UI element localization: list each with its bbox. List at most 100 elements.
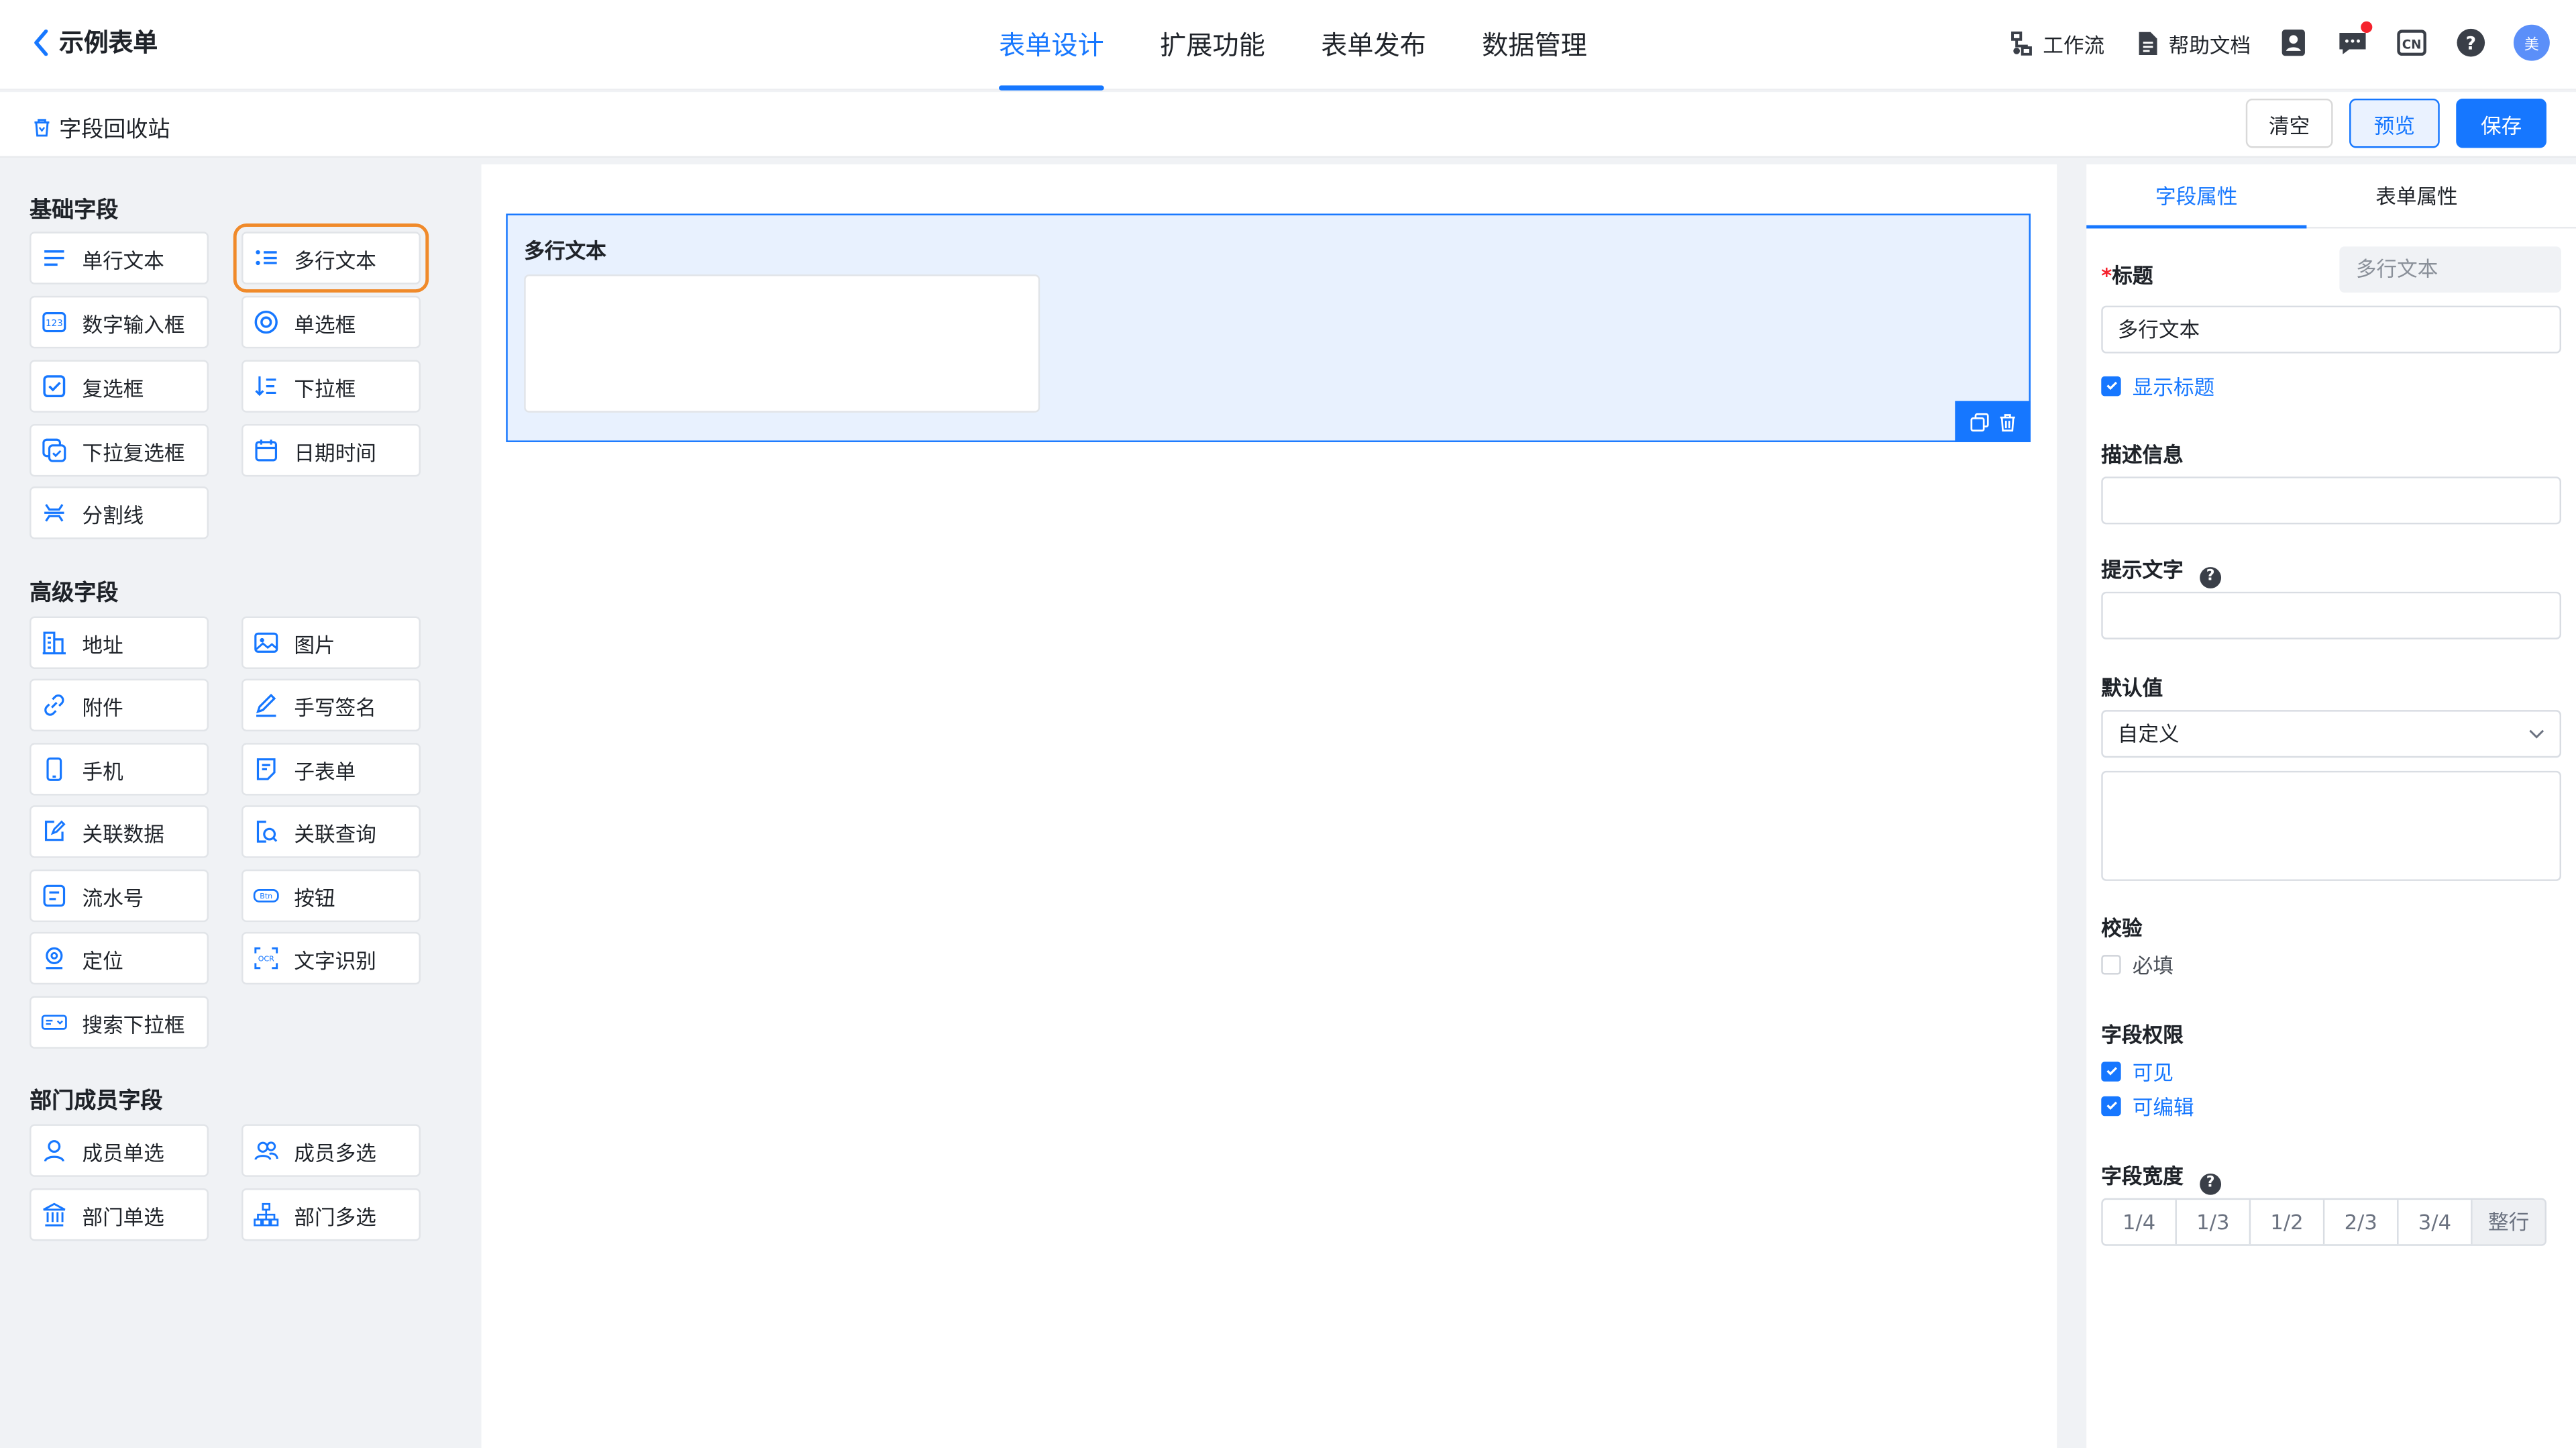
field-recycle-bin[interactable]: 字段回收站 bbox=[32, 110, 170, 143]
canvas-field-textarea bbox=[524, 274, 1040, 413]
document-icon bbox=[2139, 31, 2157, 54]
tab-form-design[interactable]: 表单设计 bbox=[998, 0, 1104, 91]
default-value-select[interactable]: 自定义 bbox=[2101, 710, 2561, 758]
building-icon bbox=[41, 629, 67, 656]
field-label: 下拉框 bbox=[294, 375, 356, 401]
field-image[interactable]: 图片 bbox=[241, 616, 421, 669]
phone-icon bbox=[41, 756, 67, 782]
location-icon bbox=[41, 945, 67, 971]
description-input[interactable] bbox=[2101, 476, 2561, 525]
field-divider[interactable]: 分割线 bbox=[30, 486, 209, 539]
field-checkbox[interactable]: 复选框 bbox=[30, 360, 209, 413]
placeholder-label: 提示文字? bbox=[2101, 552, 2222, 588]
field-radio[interactable]: 单选框 bbox=[241, 295, 421, 349]
required-checkbox[interactable]: 必填 bbox=[2101, 948, 2174, 980]
advanced-fields-title: 高级字段 bbox=[30, 580, 119, 607]
institution-icon bbox=[41, 1202, 67, 1228]
workflow-icon bbox=[2012, 30, 2033, 55]
basic-fields-title: 基础字段 bbox=[30, 197, 119, 224]
copy-icon[interactable] bbox=[1969, 412, 1988, 431]
field-search-dropdown[interactable]: 搜索下拉框 bbox=[30, 996, 209, 1049]
width-option-1-3[interactable]: 1/3 bbox=[2177, 1200, 2251, 1245]
field-department-multi[interactable]: 部门多选 bbox=[241, 1188, 421, 1241]
field-ocr[interactable]: OCR 文字识别 bbox=[241, 931, 421, 985]
form-actions: 清空 预览 保存 bbox=[2245, 98, 2546, 148]
field-attachment[interactable]: 附件 bbox=[30, 678, 209, 732]
link-icon bbox=[41, 692, 67, 718]
field-label: 文字识别 bbox=[294, 947, 376, 972]
width-option-1-2[interactable]: 1/2 bbox=[2251, 1200, 2325, 1245]
field-permission-label: 字段权限 bbox=[2101, 1022, 2184, 1047]
search-dropdown-icon bbox=[41, 1009, 67, 1035]
users-icon bbox=[253, 1137, 279, 1163]
visible-label: 可见 bbox=[2132, 1059, 2174, 1085]
field-address[interactable]: 地址 bbox=[30, 616, 209, 669]
field-related-query[interactable]: 关联查询 bbox=[241, 805, 421, 858]
default-value-textarea[interactable] bbox=[2101, 770, 2561, 881]
field-location[interactable]: 定位 bbox=[30, 931, 209, 985]
field-member-multi[interactable]: 成员多选 bbox=[241, 1124, 421, 1177]
field-signature[interactable]: 手写签名 bbox=[241, 678, 421, 732]
field-department-single[interactable]: 部门单选 bbox=[30, 1188, 209, 1241]
width-option-full[interactable]: 整行 bbox=[2472, 1200, 2545, 1245]
delete-icon[interactable] bbox=[1997, 412, 2017, 431]
user-avatar[interactable]: 美 bbox=[2513, 24, 2550, 61]
workflow-link[interactable]: 工作流 bbox=[2008, 27, 2104, 58]
editable-label: 可编辑 bbox=[2132, 1094, 2194, 1120]
show-title-checkbox[interactable]: 显示标题 bbox=[2101, 370, 2214, 401]
width-option-1-4[interactable]: 1/4 bbox=[2103, 1200, 2177, 1245]
field-dropdown-checkbox[interactable]: 下拉复选框 bbox=[30, 423, 209, 477]
field-member-single[interactable]: 成员单选 bbox=[30, 1124, 209, 1177]
clear-button[interactable]: 清空 bbox=[2245, 98, 2333, 148]
field-label: 手写签名 bbox=[294, 694, 376, 719]
visible-checkbox[interactable]: 可见 bbox=[2101, 1055, 2174, 1087]
field-dropdown[interactable]: 下拉框 bbox=[241, 360, 421, 413]
language-button[interactable]: CN bbox=[2396, 26, 2428, 59]
checkbox-checked-icon bbox=[2101, 1061, 2121, 1081]
field-related-data[interactable]: 关联数据 bbox=[30, 805, 209, 858]
back-button[interactable]: 示例表单 bbox=[33, 25, 158, 59]
chevron-left-icon bbox=[34, 28, 48, 56]
field-label: 流水号 bbox=[82, 885, 144, 910]
tab-publish[interactable]: 表单发布 bbox=[1321, 0, 1426, 91]
width-option-2-3[interactable]: 2/3 bbox=[2324, 1200, 2399, 1245]
field-datetime[interactable]: 日期时间 bbox=[241, 423, 421, 477]
pen-icon bbox=[253, 692, 279, 718]
calendar-icon bbox=[253, 437, 279, 464]
tab-form-properties[interactable]: 表单属性 bbox=[2306, 164, 2526, 229]
field-label: 数字输入框 bbox=[82, 311, 185, 336]
field-label: 成员单选 bbox=[82, 1139, 164, 1165]
form-title: 示例表单 bbox=[59, 28, 158, 58]
help-docs-label: 帮助文档 bbox=[2168, 32, 2251, 57]
field-multi-line-text[interactable]: 多行文本 bbox=[233, 223, 429, 293]
title-input[interactable]: 多行文本 bbox=[2101, 305, 2561, 354]
properties-tabs: 字段属性 表单属性 bbox=[2086, 164, 2576, 229]
width-option-3-4[interactable]: 3/4 bbox=[2399, 1200, 2473, 1245]
editable-checkbox[interactable]: 可编辑 bbox=[2101, 1090, 2194, 1121]
help-docs-link[interactable]: 帮助文档 bbox=[2134, 27, 2251, 58]
field-single-line-text[interactable]: 单行文本 bbox=[30, 231, 209, 285]
preview-button[interactable]: 预览 bbox=[2349, 98, 2440, 148]
top-header: 示例表单 表单设计 扩展功能 表单发布 数据管理 工作流 帮助文档 CN ? 美 bbox=[0, 0, 2576, 91]
org-chart-icon bbox=[253, 1202, 279, 1228]
single-line-text-icon bbox=[41, 245, 67, 271]
field-subform[interactable]: 子表单 bbox=[241, 743, 421, 796]
field-number-input[interactable]: 123 数字输入框 bbox=[30, 295, 209, 349]
save-button[interactable]: 保存 bbox=[2456, 98, 2546, 148]
tab-extensions[interactable]: 扩展功能 bbox=[1160, 0, 1265, 91]
field-label: 搜索下拉框 bbox=[82, 1011, 185, 1037]
tab-data-management[interactable]: 数据管理 bbox=[1482, 0, 1587, 91]
main-tabs: 表单设计 扩展功能 表单发布 数据管理 bbox=[998, 0, 1643, 91]
canvas-field-multi-line-text[interactable]: 多行文本 bbox=[506, 213, 2031, 442]
field-phone[interactable]: 手机 bbox=[30, 743, 209, 796]
field-card-actions bbox=[1955, 401, 2031, 442]
messages-button[interactable] bbox=[2336, 21, 2373, 59]
field-label: 子表单 bbox=[294, 758, 356, 784]
help-button[interactable]: ? bbox=[2455, 26, 2487, 59]
field-button[interactable]: Btn 按钮 bbox=[241, 869, 421, 923]
field-label: 复选框 bbox=[82, 375, 144, 401]
placeholder-input[interactable] bbox=[2101, 591, 2561, 639]
contacts-button[interactable] bbox=[2277, 26, 2310, 59]
field-serial-number[interactable]: 流水号 bbox=[30, 869, 209, 923]
tab-field-properties[interactable]: 字段属性 bbox=[2086, 164, 2307, 229]
